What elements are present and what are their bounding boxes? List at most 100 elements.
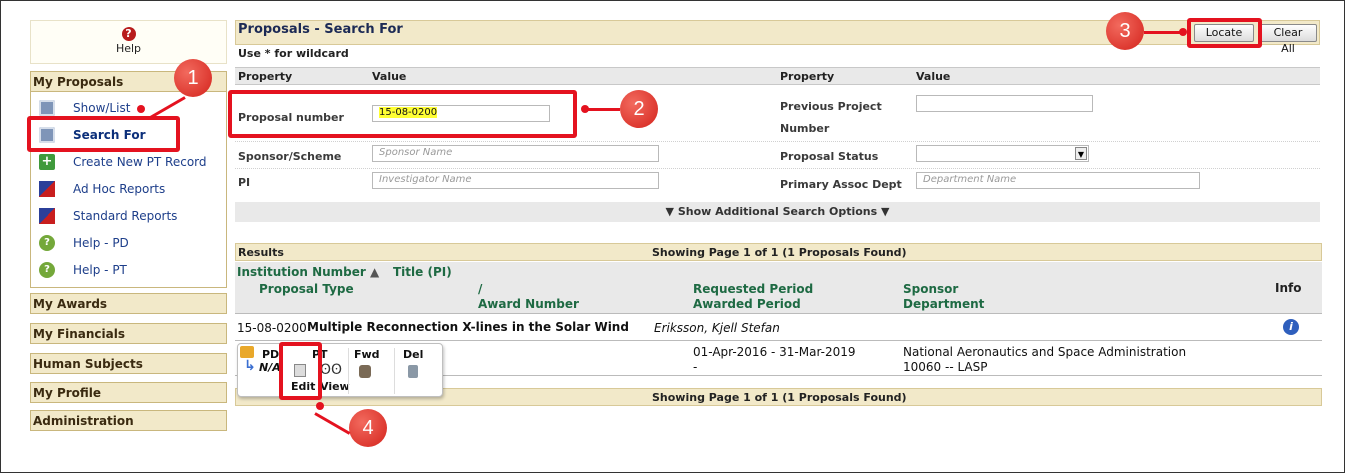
department-cell: 10060 -- LASP (903, 360, 988, 374)
sidebar-item-label: Show/List (73, 101, 131, 115)
results-header: Institution Number ▲ Title (PI) Proposal… (235, 262, 1322, 314)
requested-period-header[interactable]: Requested Period (693, 282, 813, 296)
sponsor-header[interactable]: Sponsor (903, 282, 958, 296)
arrow-icon: ↳ (244, 358, 256, 374)
glasses-icon: ʘʘ (320, 362, 343, 378)
wildcard-note: Use * for wildcard (238, 47, 349, 60)
pd-action[interactable]: PD (262, 348, 279, 361)
callout-highlight-locate (1187, 18, 1262, 48)
department-header[interactable]: Department (903, 297, 984, 311)
chart-icon (39, 208, 55, 224)
additional-options-label: Show Additional Search Options (677, 205, 878, 218)
divider (348, 348, 349, 394)
page-info-bottom: Showing Page 1 of 1 (1 Proposals Found) (652, 391, 907, 404)
sponsor-input[interactable]: Sponsor Name (372, 145, 659, 162)
trash-icon[interactable] (408, 365, 418, 378)
sidebar-item-label: Help - PD (73, 236, 129, 250)
row-separator (235, 141, 1320, 142)
dept-input[interactable]: Department Name (916, 172, 1200, 189)
help-icon: ? (39, 235, 55, 251)
callout-dot-2 (581, 105, 589, 113)
add-record-icon: + (39, 154, 55, 170)
callout-dot-3 (1179, 28, 1187, 36)
proposal-title-cell: Multiple Reconnection X-lines in the Sol… (307, 320, 629, 334)
callout-dot-1 (137, 105, 145, 113)
callout-badge-3: 3 (1106, 12, 1144, 50)
period-cell: 01-Apr-2016 - 31-Mar-2019 (693, 345, 856, 359)
callout-highlight-search (27, 116, 180, 152)
del-action[interactable]: Del (403, 348, 423, 361)
triangle-down-icon: ▼ (665, 205, 674, 218)
table-row[interactable]: 15-08-0200 Multiple Reconnection X-lines… (235, 315, 1322, 341)
award-number-header[interactable]: Award Number (478, 297, 579, 311)
proposal-status-label: Proposal Status (780, 150, 879, 163)
fwd-action[interactable]: Fwd (354, 348, 380, 361)
proposal-number-cell: 15-08-0200 (237, 321, 307, 335)
row-separator (235, 168, 1320, 169)
clear-all-button[interactable]: Clear All (1259, 24, 1317, 55)
section-administration[interactable]: Administration (30, 410, 227, 431)
view-action[interactable]: View (320, 380, 350, 393)
previous-project-label: Previous Project (780, 100, 882, 113)
primary-dept-label: Primary Assoc Dept (780, 178, 902, 191)
sidebar-item-standard-reports[interactable]: Standard Reports (39, 206, 177, 226)
sidebar-item-ad-hoc-reports[interactable]: Ad Hoc Reports (39, 179, 165, 199)
callout-badge-1: 1 (174, 59, 212, 97)
triangle-down-icon: ▼ (881, 205, 890, 218)
section-my-financials[interactable]: My Financials (30, 323, 227, 344)
slash-header: / (478, 282, 483, 296)
page-info: Showing Page 1 of 1 (1 Proposals Found) (652, 246, 907, 259)
sidebar-item-create-pt-record[interactable]: + Create New PT Record (39, 152, 207, 172)
page-title: Proposals - Search For (238, 22, 403, 37)
section-human-subjects[interactable]: Human Subjects (30, 353, 227, 374)
previous-project-label-2: Number (780, 122, 830, 135)
sort-up-icon: ▲ (370, 265, 380, 279)
title-pi-header[interactable]: Title (PI) (393, 265, 452, 279)
section-my-awards[interactable]: My Awards (30, 293, 227, 314)
sponsor-label: Sponsor/Scheme (238, 150, 342, 163)
help-question-icon: ? (121, 27, 136, 41)
help-button[interactable]: ? Help (30, 20, 227, 64)
callout-badge-2: 2 (620, 90, 658, 128)
callout-connector-2 (585, 108, 620, 111)
help-icon: ? (39, 262, 55, 278)
awarded-period-header[interactable]: Awarded Period (693, 297, 801, 311)
sponsor-cell: National Aeronautics and Space Administr… (903, 345, 1187, 359)
folder-icon (240, 346, 254, 358)
sidebar-item-show-list[interactable]: Show/List (39, 98, 130, 118)
callout-highlight-proposal-number (228, 90, 577, 138)
callout-highlight-edit (279, 342, 322, 400)
callout-badge-4: 4 (349, 409, 387, 447)
chart-icon (39, 181, 55, 197)
sidebar-item-label: Standard Reports (73, 209, 178, 223)
info-header: Info (1275, 281, 1302, 295)
document-list-icon (39, 100, 55, 116)
sidebar-item-help-pt[interactable]: ? Help - PT (39, 260, 127, 280)
help-label: Help (115, 42, 142, 55)
chevron-down-icon: ▼ (1075, 147, 1087, 160)
row-actions-popup: ↳ PD N/A PT Edit ʘʘ View Fwd Del (237, 343, 443, 397)
callout-connector-3 (1144, 31, 1182, 34)
property-header-2: Property (780, 70, 835, 83)
proposal-type-cell: N/A (259, 361, 281, 374)
additional-options-toggle[interactable]: ▼ Show Additional Search Options ▼ (235, 202, 1320, 222)
results-bar-top: Results Showing Page 1 of 1 (1 Proposals… (235, 243, 1322, 261)
awarded-period-cell: - (693, 360, 698, 374)
info-icon[interactable]: i (1283, 319, 1299, 335)
sidebar-item-label: Ad Hoc Reports (73, 182, 166, 196)
callout-dot-4 (316, 402, 324, 410)
pi-input[interactable]: Investigator Name (372, 172, 659, 189)
section-my-profile[interactable]: My Profile (30, 382, 227, 403)
proposal-status-select[interactable]: ▼ (916, 145, 1089, 162)
sidebar-item-label: Help - PT (73, 263, 127, 277)
value-header: Value (372, 70, 407, 83)
institution-number-header[interactable]: Institution Number ▲ (237, 265, 379, 279)
proposal-type-header[interactable]: Proposal Type (259, 282, 354, 296)
pi-cell: Eriksson, Kjell Stefan (654, 321, 780, 335)
forward-icon[interactable] (359, 365, 371, 378)
previous-project-input[interactable] (916, 95, 1093, 112)
sidebar-item-help-pd[interactable]: ? Help - PD (39, 233, 129, 253)
results-label: Results (238, 246, 284, 259)
value-header-2: Value (916, 70, 951, 83)
divider (394, 348, 395, 394)
